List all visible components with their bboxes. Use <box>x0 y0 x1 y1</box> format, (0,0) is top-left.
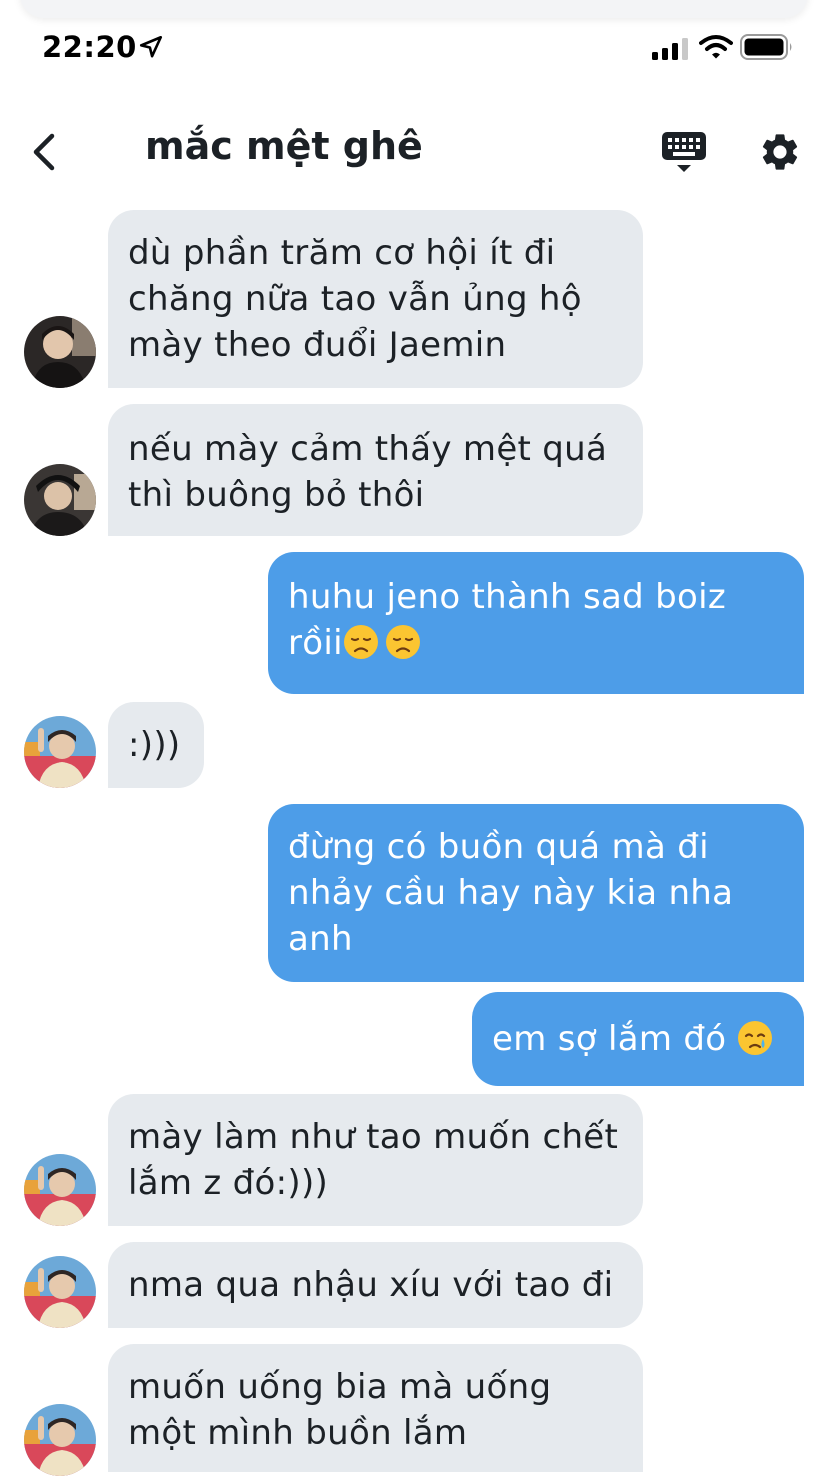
received-message: mày làm như tao muốn chết lắm z đó:))) <box>108 1094 643 1226</box>
disappointed-face-emoji <box>343 625 378 659</box>
gear-icon[interactable] <box>758 130 802 174</box>
battery-icon <box>740 34 792 60</box>
avatar[interactable] <box>24 464 96 536</box>
message-text: em sợ lắm đó <box>492 1019 727 1059</box>
status-time: 22:20 <box>42 30 137 64</box>
crying-face-emoji <box>738 1021 773 1055</box>
chat-header: mắc mệt ghê <box>0 100 828 200</box>
keyboard-icon[interactable] <box>660 130 708 176</box>
wifi-icon <box>699 35 733 59</box>
disappointed-face-emoji <box>385 625 420 659</box>
message-line: huhu jeno thành sad boiz <box>288 577 726 617</box>
sent-message: đừng có buồn quá mà đi nhảy cầu hay này … <box>268 804 804 982</box>
received-message: muốn uống bia mà uống một mình buồn lắm <box>108 1344 643 1472</box>
received-message: nma qua nhậu xíu với tao đi <box>108 1242 643 1328</box>
avatar[interactable] <box>24 1404 96 1476</box>
avatar[interactable] <box>24 716 96 788</box>
location-arrow-icon <box>139 35 163 58</box>
back-button[interactable] <box>28 130 64 174</box>
received-message: :))) <box>108 702 204 788</box>
sent-message: em sợ lắm đó <box>472 992 804 1086</box>
conversation-title: mắc mệt ghê <box>145 124 423 168</box>
received-message: nếu mày cảm thấy mệt quá thì buông bỏ th… <box>108 404 643 536</box>
avatar[interactable] <box>24 316 96 388</box>
avatar[interactable] <box>24 1154 96 1226</box>
status-bar: 22:20 <box>0 0 828 96</box>
cell-signal-icon <box>652 38 688 60</box>
received-message: dù phần trăm cơ hội ít đi chăng nữa tao … <box>108 210 643 388</box>
avatar[interactable] <box>24 1256 96 1328</box>
sent-message: huhu jeno thành sad boiz rồii <box>268 552 804 694</box>
message-line: rồii <box>288 623 343 663</box>
